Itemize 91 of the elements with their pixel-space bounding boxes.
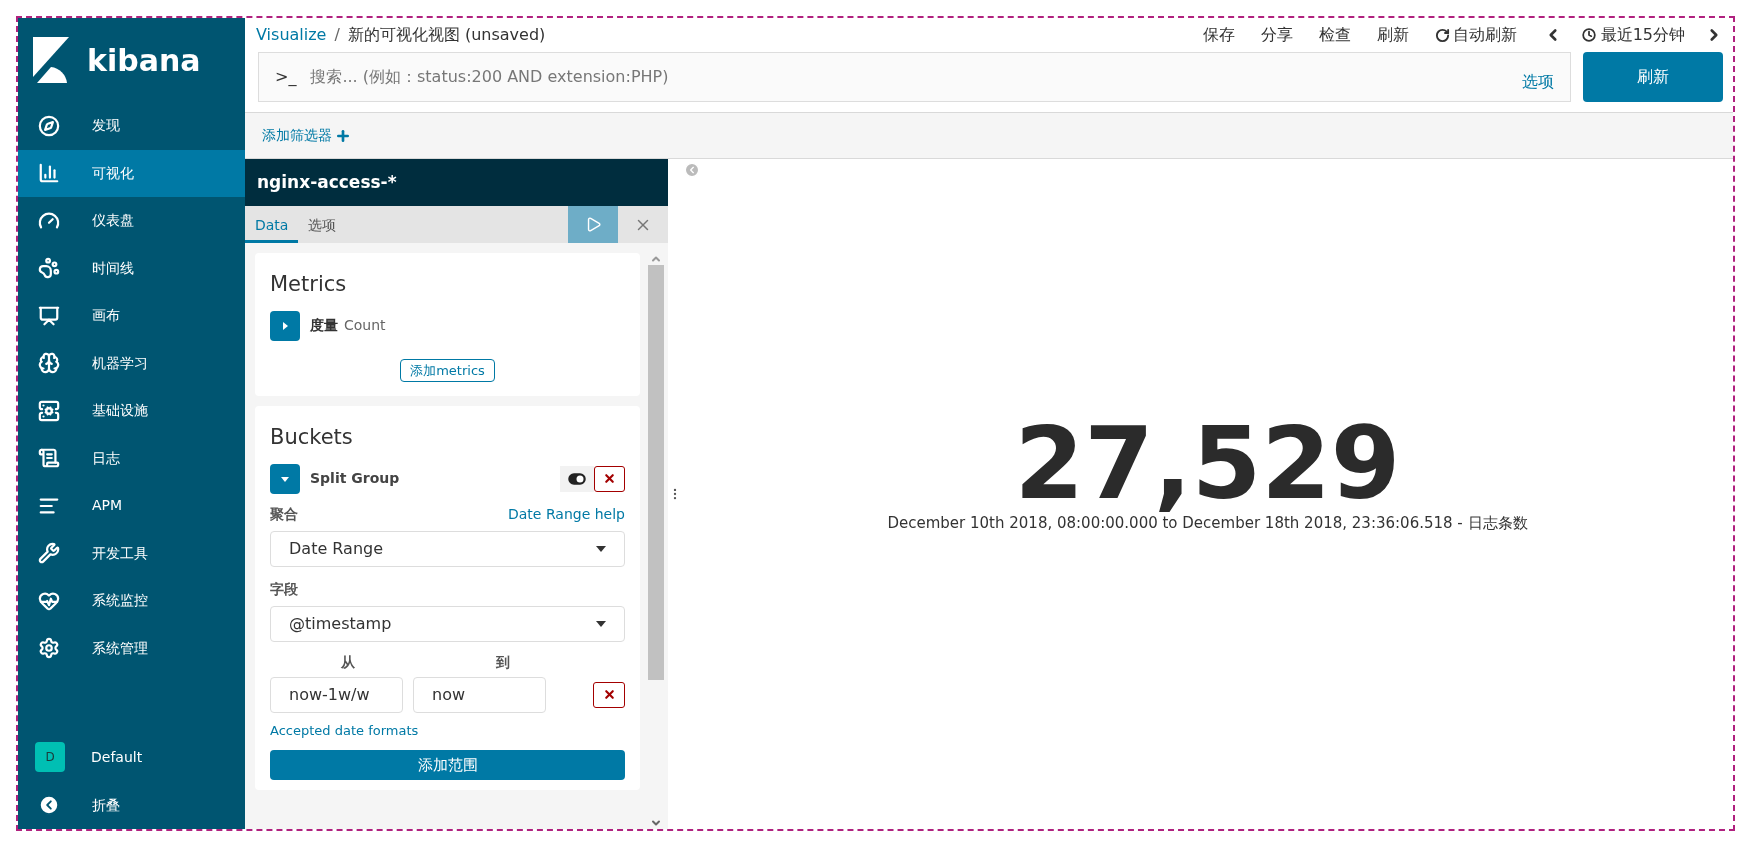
breadcrumb-link[interactable]: Visualize (256, 23, 327, 47)
nav-label: 可视化 (92, 163, 134, 183)
nav-item[interactable]: 基础设施 (18, 387, 245, 435)
expand-toggle[interactable] (270, 463, 300, 494)
editor-tab[interactable]: 选项 (298, 206, 347, 243)
nav-item[interactable]: 画布 (18, 292, 245, 340)
nav-label: 发现 (92, 116, 120, 136)
compass-icon (38, 114, 60, 137)
nav-label: 时间线 (92, 258, 134, 278)
nav-item[interactable]: 开发工具 (18, 529, 245, 577)
scroll-icon (38, 447, 60, 470)
to-input[interactable]: now (413, 676, 546, 713)
field-label: 聚合 (270, 504, 298, 524)
refresh-icon (1434, 27, 1450, 43)
remove-button[interactable] (593, 681, 625, 708)
menu-button[interactable]: 刷新 (1363, 23, 1422, 47)
nav-label: 日志 (92, 448, 120, 468)
field-select[interactable]: @timestamp (270, 605, 625, 642)
section-title: Buckets (270, 424, 354, 451)
nav-item[interactable]: 可视化 (18, 149, 245, 197)
logo-text: kibana (87, 41, 201, 80)
section-title: Metrics (270, 271, 348, 298)
metric-caption: December 10th 2018, 08:00:00.000 to December 18th 2018, 23:36:06.518 - 日志条数 (887, 512, 1528, 534)
space-label: Default (91, 747, 143, 767)
kibana-logo-icon (33, 37, 69, 83)
nav-label: 系统管理 (92, 638, 148, 658)
wrench-icon (38, 542, 60, 565)
refresh-button[interactable]: 刷新 (1583, 52, 1723, 102)
collapse-label[interactable]: 折叠 (92, 794, 120, 816)
add-range-button[interactable]: 添加范围 (270, 750, 625, 780)
options-link[interactable]: 选项 (1522, 70, 1554, 94)
nav-label: APM (92, 496, 123, 516)
add-metrics-button[interactable]: 添加metrics (400, 358, 495, 382)
nav-item[interactable]: 机器学习 (18, 339, 245, 387)
field-label: 字段 (270, 579, 299, 599)
dropdown-caret-icon (596, 545, 606, 552)
from-label: 从 (339, 652, 356, 672)
nav-item[interactable]: 系统管理 (18, 624, 245, 672)
query-field[interactable]: >_ 搜索... (例如：status:200 AND extension:PHP) 选项 (258, 52, 1571, 102)
add-filter-button[interactable]: 添加筛选器 (262, 125, 351, 146)
settings-icon (38, 637, 60, 660)
metric-value: 27,529 (1014, 413, 1401, 514)
menu-button[interactable]: 分享 (1247, 23, 1306, 47)
brain-icon (38, 352, 60, 375)
scrollbar-thumb[interactable] (648, 265, 664, 680)
enable-toggle[interactable] (560, 465, 594, 492)
remove-icon (602, 688, 616, 701)
nav-item[interactable]: 系统监控 (18, 577, 245, 625)
nav-item[interactable]: 仪表盘 (18, 197, 245, 245)
date-formats-link[interactable]: Accepted date formats (270, 720, 625, 740)
time-range-button[interactable]: 最近15分钟 (1575, 23, 1691, 47)
breadcrumb-separator: / (334, 24, 340, 46)
metric-label: 度量 (310, 316, 338, 335)
nav-label: 系统监控 (92, 591, 148, 611)
auto-refresh-button[interactable]: 自动刷新 (1421, 23, 1530, 47)
help-link[interactable]: Date Range help (508, 503, 625, 525)
nav-item[interactable]: APM (18, 482, 245, 530)
metric-value: Count (344, 316, 386, 335)
nav-label: 基础设施 (92, 401, 148, 421)
index-pattern-title: nginx-access-* (245, 159, 668, 206)
bar-chart-icon (38, 162, 60, 185)
page-title: 新的可视化视图 (unsaved) (347, 24, 546, 46)
caret-icon (281, 321, 289, 330)
nav-label: 机器学习 (92, 353, 148, 373)
remove-button[interactable] (594, 465, 625, 492)
nav-label: 画布 (92, 306, 120, 326)
nav-label: 开发工具 (92, 543, 148, 563)
clock-icon (1581, 28, 1596, 42)
expand-toggle[interactable] (270, 310, 300, 341)
nav-item[interactable]: 发现 (18, 102, 245, 150)
nav-label: 仪表盘 (92, 211, 134, 231)
menu-button[interactable]: 检查 (1305, 23, 1364, 47)
bucket-label: Split Group (310, 469, 401, 488)
menu-button[interactable]: 保存 (1189, 23, 1248, 47)
editor-tab[interactable]: Data (245, 206, 299, 243)
remove-icon (603, 472, 616, 485)
space-avatar[interactable]: D (35, 742, 65, 772)
caret-icon (281, 474, 289, 483)
plus-icon (335, 127, 351, 144)
collapse-icon[interactable] (38, 794, 60, 816)
dropdown-caret-icon (596, 620, 606, 627)
nav-item[interactable]: 时间线 (18, 244, 245, 292)
from-input[interactable]: now-1w/w (270, 676, 403, 713)
nav-item[interactable]: 日志 (18, 434, 245, 482)
to-label: 到 (495, 652, 512, 672)
toggle-icon (568, 472, 586, 485)
aggregation-select[interactable]: Date Range (270, 530, 625, 567)
presentation-icon (38, 304, 60, 327)
paw-icon (38, 257, 60, 280)
server-icon (38, 399, 60, 422)
prompt-icon: >_ (275, 65, 297, 89)
